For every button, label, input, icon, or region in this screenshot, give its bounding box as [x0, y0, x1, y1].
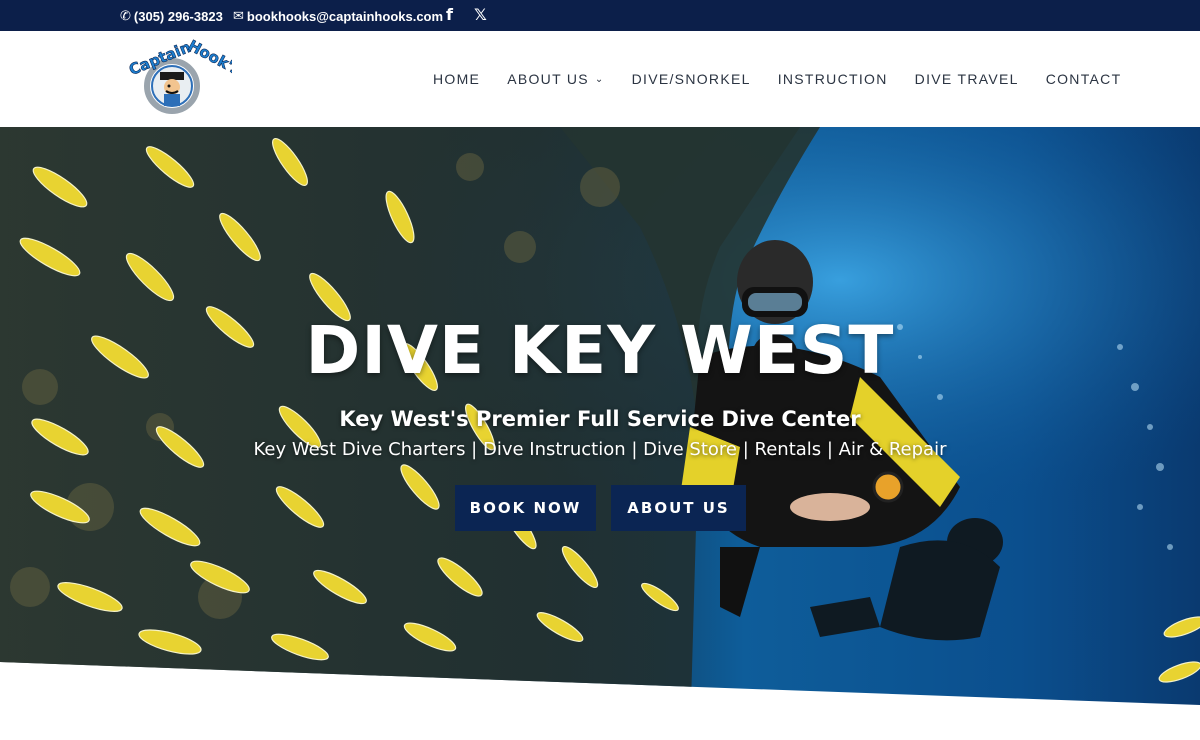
email-link[interactable]: ✉ bookhooks@captainhooks.com [233, 8, 443, 24]
hero-services-line: Key West Dive Charters | Dive Instructio… [253, 439, 947, 460]
nav-travel-label: DIVE TRAVEL [914, 71, 1019, 87]
top-bar: ✆ (305) 296-3823 ✉ bookhooks@captainhook… [0, 0, 1200, 31]
hero-section: DIVE KEY WEST Key West's Premier Full Se… [0, 127, 1200, 740]
nav-instruction[interactable]: INSTRUCTION [778, 71, 888, 87]
nav-about-us[interactable]: ABOUT US ⌄ [507, 71, 604, 87]
site-logo[interactable]: Captain Hook's [122, 36, 244, 121]
nav-dive-label: DIVE/SNORKEL [631, 71, 751, 87]
nav-contact[interactable]: CONTACT [1046, 71, 1122, 87]
site-header: Captain Hook's HOME ABOUT US ⌄ DIVE/SNOR… [0, 31, 1200, 127]
email-address: bookhooks@captainhooks.com [246, 8, 444, 24]
phone-icon: ✆ [120, 8, 131, 23]
hero-title: DIVE KEY WEST [305, 312, 895, 389]
book-now-button[interactable]: BOOK NOW [455, 485, 596, 531]
chevron-down-icon: ⌄ [594, 73, 605, 85]
nav-home-label: HOME [433, 71, 481, 87]
nav-instruction-label: INSTRUCTION [777, 71, 888, 87]
hero-background-image [0, 127, 1200, 705]
phone-link[interactable]: ✆ (305) 296-3823 [120, 8, 223, 24]
phone-number: (305) 296-3823 [133, 8, 223, 24]
main-nav: HOME ABOUT US ⌄ DIVE/SNORKEL INSTRUCTION… [433, 71, 1121, 87]
x-icon[interactable]: 𝕏 [474, 5, 487, 24]
envelope-icon: ✉ [233, 8, 244, 23]
hero-subtitle: Key West's Premier Full Service Dive Cen… [339, 407, 861, 431]
facebook-icon[interactable]: f [446, 5, 453, 24]
nav-about-label: ABOUT US [507, 71, 589, 87]
nav-dive-snorkel[interactable]: DIVE/SNORKEL [632, 71, 751, 87]
about-us-button[interactable]: ABOUT US [611, 485, 746, 531]
logo-graphic: Captain Hook's [126, 36, 244, 114]
nav-home[interactable]: HOME [433, 71, 480, 87]
nav-contact-label: CONTACT [1045, 71, 1122, 87]
nav-dive-travel[interactable]: DIVE TRAVEL [915, 71, 1019, 87]
